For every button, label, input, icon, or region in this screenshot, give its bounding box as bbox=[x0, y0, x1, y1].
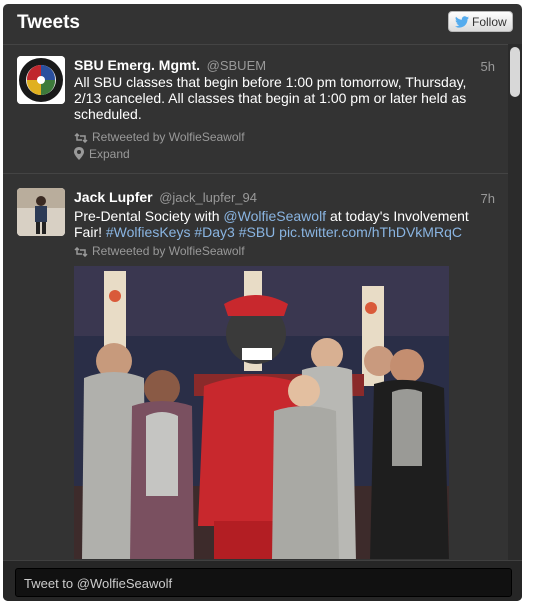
widget-title: Tweets bbox=[17, 12, 81, 33]
tweet-timestamp[interactable]: 5h bbox=[481, 59, 495, 74]
twitter-timeline-widget: Tweets Follow SBU Emerg. Mgmt. @SBUEM 5h… bbox=[3, 4, 522, 601]
author-name[interactable]: SBU Emerg. Mgmt. bbox=[74, 57, 200, 73]
avatar[interactable] bbox=[17, 188, 65, 236]
tweet-item[interactable]: Jack Lupfer @jack_lupfer_94 7h Pre-Denta… bbox=[3, 175, 508, 559]
retweeted-by-label[interactable]: Retweeted by WolfieSeawolf bbox=[92, 244, 245, 258]
widget-header: Tweets Follow bbox=[3, 4, 522, 45]
tweet-composer: Tweet to @WolfieSeawolf bbox=[3, 560, 522, 601]
tweet-item[interactable]: SBU Emerg. Mgmt. @SBUEM 5h All SBU class… bbox=[3, 45, 508, 174]
mention-link[interactable]: @WolfieSeawolf bbox=[223, 208, 326, 224]
scrollbar-thumb[interactable] bbox=[510, 47, 520, 97]
retweet-indicator: Retweeted by WolfieSeawolf bbox=[74, 130, 245, 144]
retweeted-by-label[interactable]: Retweeted by WolfieSeawolf bbox=[92, 130, 245, 144]
tweet-text: Pre-Dental Society with @WolfieSeawolf a… bbox=[74, 208, 494, 240]
follow-button[interactable]: Follow bbox=[448, 11, 513, 32]
tweet-header: Jack Lupfer @jack_lupfer_94 bbox=[74, 189, 257, 205]
retweet-icon bbox=[74, 246, 88, 258]
user-photo-icon bbox=[17, 188, 65, 236]
tweet-input[interactable]: Tweet to @WolfieSeawolf bbox=[15, 568, 512, 597]
tweet-header: SBU Emerg. Mgmt. @SBUEM bbox=[74, 57, 266, 73]
retweet-icon bbox=[74, 132, 88, 144]
tweet-text-part: Pre-Dental Society with bbox=[74, 208, 224, 224]
expand-label: Expand bbox=[89, 147, 130, 161]
tweet-photo[interactable] bbox=[74, 266, 449, 559]
avatar[interactable] bbox=[17, 56, 65, 104]
mascot-group-photo bbox=[74, 266, 449, 559]
pic-link[interactable]: pic.twitter.com/hThDVkMRqC bbox=[279, 224, 462, 240]
feed-scrollbar[interactable] bbox=[508, 44, 522, 560]
emergency-management-seal-icon bbox=[17, 56, 65, 104]
twitter-bird-icon bbox=[455, 16, 469, 28]
hashtag-links[interactable]: #WolfiesKeys #Day3 #SBU bbox=[106, 224, 275, 240]
expand-link[interactable]: Expand bbox=[74, 147, 130, 161]
location-pin-icon bbox=[74, 147, 84, 160]
tweet-feed: SBU Emerg. Mgmt. @SBUEM 5h All SBU class… bbox=[3, 45, 508, 559]
follow-label: Follow bbox=[472, 15, 507, 29]
author-handle[interactable]: @jack_lupfer_94 bbox=[159, 190, 257, 205]
retweet-indicator: Retweeted by WolfieSeawolf bbox=[74, 244, 245, 258]
author-handle[interactable]: @SBUEM bbox=[207, 58, 266, 73]
tweet-timestamp[interactable]: 7h bbox=[481, 191, 495, 206]
tweet-text: All SBU classes that begin before 1:00 p… bbox=[74, 74, 467, 122]
author-name[interactable]: Jack Lupfer bbox=[74, 189, 153, 205]
